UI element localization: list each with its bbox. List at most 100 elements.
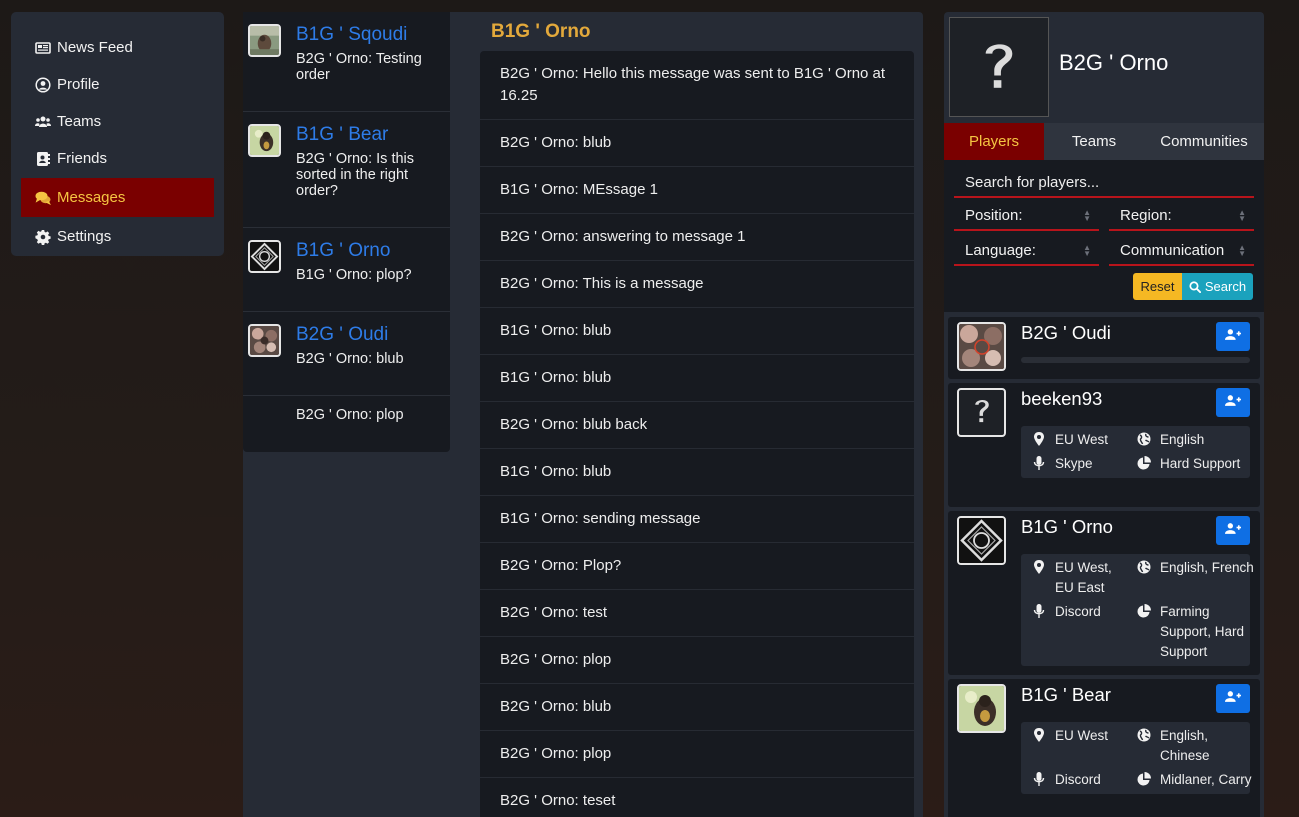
- message-item: B1G ' Orno: MEssage 1: [480, 167, 914, 214]
- microphone-icon: [1032, 604, 1046, 618]
- player-card[interactable]: B1G ' Bear EU West English, Chinese Disc…: [948, 679, 1260, 817]
- add-friend-button[interactable]: [1216, 516, 1250, 545]
- avatar: [957, 388, 1006, 437]
- region-select-label: Region:: [1120, 206, 1172, 224]
- message-item: B1G ' Orno: blub: [480, 449, 914, 496]
- map-marker-icon: [1032, 432, 1046, 446]
- search-tabs: Players Teams Communities: [944, 123, 1264, 160]
- player-card[interactable]: B2G ' Oudi: [948, 317, 1260, 379]
- tab-communities[interactable]: Communities: [1144, 123, 1264, 160]
- communication-select[interactable]: Communication ▲ ▼: [1109, 236, 1254, 266]
- player-position: Farming Support, Hard Support: [1131, 602, 1255, 662]
- nav-item-profile[interactable]: Profile: [21, 66, 214, 103]
- player-search-form: Position: ▲▼ Region: ▲▼ Language: ▲▼ Com…: [944, 160, 1264, 312]
- message-item: B2G ' Orno: plop: [480, 637, 914, 684]
- user-plus-icon: [1225, 394, 1241, 412]
- search-input[interactable]: [954, 168, 1254, 198]
- reset-button[interactable]: Reset: [1133, 273, 1182, 300]
- player-communication: Discord: [1026, 770, 1131, 790]
- map-marker-icon: [1032, 560, 1046, 574]
- message-thread[interactable]: B2G ' Orno: Hello this message was sent …: [480, 51, 914, 817]
- add-friend-button[interactable]: [1216, 388, 1250, 417]
- conversation-item[interactable]: B2G ' Orno: plop: [243, 396, 450, 452]
- player-region: EU West: [1026, 726, 1131, 766]
- sort-arrows-icon: ▲ ▼: [1083, 243, 1091, 258]
- nav-item-messages[interactable]: Messages: [21, 178, 214, 217]
- newspaper-icon: [35, 40, 51, 56]
- conversation-item[interactable]: B1G ' Bear B2G ' Orno: Is this sorted in…: [243, 112, 450, 228]
- comments-icon: [35, 190, 51, 206]
- conversation-list: B1G ' Sqoudi B2G ' Orno: Testing order B…: [243, 12, 450, 452]
- tab-teams[interactable]: Teams: [1044, 123, 1144, 160]
- player-card[interactable]: beeken93 EU West English Skype Hard Supp…: [948, 383, 1260, 507]
- user-circle-icon: [35, 76, 51, 93]
- player-language: English: [1131, 430, 1255, 450]
- avatar: [957, 516, 1006, 565]
- pie-chart-icon: [1137, 772, 1151, 786]
- thread-title: B1G ' Orno: [491, 21, 591, 42]
- player-name[interactable]: B2G ' Oudi: [1021, 322, 1111, 344]
- nav-item-news-feed[interactable]: News Feed: [21, 29, 214, 66]
- conversation-item[interactable]: B1G ' Orno B1G ' Orno: plop?: [243, 228, 450, 312]
- nav-label: Messages: [57, 189, 126, 206]
- nav-item-friends[interactable]: Friends: [21, 140, 214, 177]
- player-info: EU West English Skype Hard Support: [1021, 426, 1250, 478]
- globe-icon: [1137, 728, 1151, 742]
- nav-label: Settings: [57, 228, 112, 245]
- conversation-item[interactable]: B1G ' Sqoudi B2G ' Orno: Testing order: [243, 12, 450, 112]
- add-friend-button[interactable]: [1216, 322, 1250, 351]
- pie-chart-icon: [1137, 604, 1151, 618]
- message-item: B2G ' Orno: Plop?: [480, 543, 914, 590]
- region-select[interactable]: Region: ▲ ▼: [1109, 201, 1254, 231]
- pie-chart-icon: [1137, 456, 1151, 470]
- player-region: EU West: [1026, 430, 1131, 450]
- conversation-name[interactable]: B1G ' Bear: [296, 124, 438, 146]
- player-name[interactable]: B1G ' Bear: [1021, 684, 1111, 706]
- message-item: B1G ' Orno: blub: [480, 355, 914, 402]
- conversation-name[interactable]: B1G ' Sqoudi: [296, 24, 438, 46]
- player-info: EU West, EU East English, French Discord…: [1021, 554, 1254, 666]
- user-plus-icon: [1225, 328, 1241, 346]
- nav-item-teams[interactable]: Teams: [21, 103, 214, 140]
- nav-label: Teams: [57, 113, 102, 130]
- conversation-item[interactable]: B2G ' Oudi B2G ' Orno: blub: [243, 312, 450, 396]
- player-position: Midlaner, Carry: [1131, 770, 1255, 790]
- microphone-icon: [1032, 772, 1046, 786]
- avatar: [248, 24, 281, 57]
- globe-icon: [1137, 560, 1151, 574]
- player-info: EU West English, Chinese Discord Midlane…: [1021, 722, 1252, 794]
- player-results: B2G ' Oudi beeken93 EU West English Skyp…: [944, 312, 1264, 817]
- avatar: [957, 684, 1006, 733]
- nav-label: News Feed: [57, 39, 133, 56]
- message-item: B2G ' Orno: answering to message 1: [480, 214, 914, 261]
- message-item: B2G ' Orno: plop: [480, 731, 914, 778]
- avatar: [248, 324, 281, 357]
- communication-select-label: Communication: [1120, 241, 1225, 259]
- profile-avatar: [949, 17, 1049, 117]
- message-item: B2G ' Orno: blub: [480, 684, 914, 731]
- language-select[interactable]: Language: ▲ ▼: [954, 236, 1099, 266]
- nav-item-settings[interactable]: Settings: [21, 218, 214, 255]
- position-select-label: Position:: [965, 206, 1023, 224]
- sort-arrows-icon: ▲ ▼: [1083, 208, 1091, 223]
- tab-players[interactable]: Players: [944, 123, 1044, 160]
- player-language: English, French: [1131, 558, 1255, 598]
- player-name[interactable]: beeken93: [1021, 388, 1102, 410]
- search-button[interactable]: Search: [1182, 273, 1253, 300]
- search-button-label: Search: [1204, 279, 1247, 294]
- player-card[interactable]: B1G ' Orno EU West, EU East English, Fre…: [948, 511, 1260, 675]
- player-region: EU West, EU East: [1026, 558, 1131, 598]
- player-language: English, Chinese: [1131, 726, 1255, 766]
- position-select[interactable]: Position: ▲ ▼: [954, 201, 1099, 231]
- player-position: Hard Support: [1131, 454, 1255, 474]
- nav-label: Friends: [57, 150, 108, 167]
- avatar: [248, 124, 281, 157]
- player-name[interactable]: B1G ' Orno: [1021, 516, 1113, 538]
- conversation-name[interactable]: B2G ' Oudi: [296, 324, 438, 346]
- conversation-last-message: B2G ' Orno: Is this sorted in the right …: [296, 151, 415, 199]
- users-icon: [35, 114, 51, 130]
- question-mark-icon: [980, 36, 1018, 99]
- conversation-name[interactable]: B1G ' Orno: [296, 240, 438, 262]
- search-icon: [1189, 280, 1201, 293]
- add-friend-button[interactable]: [1216, 684, 1250, 713]
